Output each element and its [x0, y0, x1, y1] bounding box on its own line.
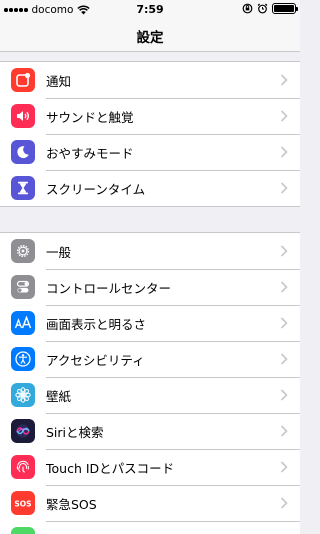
chevron-right-icon	[280, 146, 288, 158]
settings-row-label: Siriと検索	[46, 424, 104, 440]
notifications-icon	[11, 68, 35, 92]
chevron-right-icon	[280, 182, 288, 194]
settings-row-display-brightness[interactable]: 画面表示と明るさ	[0, 305, 300, 341]
settings-row-label: 一般	[46, 244, 72, 260]
siri-icon	[11, 419, 35, 443]
status-bar: docomo 7:59	[0, 0, 300, 20]
settings-row-label: アクセシビリティ	[46, 352, 145, 368]
settings-row-siri-search[interactable]: Siriと検索	[0, 413, 300, 449]
chevron-right-icon	[280, 74, 288, 86]
chevron-right-icon	[280, 389, 288, 401]
chevron-right-icon	[280, 245, 288, 257]
moon-icon	[11, 140, 35, 164]
settings-row-sounds[interactable]: サウンドと触覚	[0, 98, 300, 134]
settings-row-general[interactable]: 一般	[0, 233, 300, 269]
settings-row-label: 壁紙	[46, 388, 72, 404]
settings-group-2: 一般 コントロールセンター 画面表示と明るさ アクセシビリティ 壁紙 Siriと…	[0, 232, 300, 534]
settings-row-label: サウンドと触覚	[46, 109, 134, 125]
settings-row-emergency-sos[interactable]: SOS 緊急SOS	[0, 485, 300, 521]
settings-row-label: 画面表示と明るさ	[46, 316, 147, 332]
toggles-icon	[11, 275, 35, 299]
settings-row-screen-time[interactable]: スクリーンタイム	[0, 170, 300, 206]
chevron-right-icon	[280, 497, 288, 509]
settings-row-label: スクリーンタイム	[46, 181, 146, 197]
gear-icon	[11, 239, 35, 263]
chevron-right-icon	[280, 461, 288, 473]
sos-icon: SOS	[11, 491, 35, 515]
text-size-icon	[11, 311, 35, 335]
settings-row-next[interactable]	[0, 521, 300, 534]
settings-row-label: コントロールセンター	[46, 280, 172, 296]
settings-row-touch-id-passcode[interactable]: Touch IDとパスコード	[0, 449, 300, 485]
settings-row-label: 緊急SOS	[46, 496, 97, 512]
accessibility-icon	[11, 347, 35, 371]
settings-group-1: 通知 サウンドと触覚 おやすみモード スクリーンタイム	[0, 61, 300, 207]
settings-row-control-center[interactable]: コントロールセンター	[0, 269, 300, 305]
settings-row-label: 通知	[46, 73, 72, 89]
settings-row-accessibility[interactable]: アクセシビリティ	[0, 341, 300, 377]
partial-green-icon	[11, 527, 35, 534]
page-title: 設定	[136, 30, 164, 46]
settings-row-label: おやすみモード	[46, 145, 134, 161]
chevron-right-icon	[280, 110, 288, 122]
status-right	[242, 3, 298, 14]
navigation-bar: 設定	[0, 20, 300, 52]
chevron-right-icon	[280, 281, 288, 293]
chevron-right-icon	[280, 317, 288, 329]
speaker-icon	[11, 104, 35, 128]
svg-text:SOS: SOS	[14, 499, 31, 508]
settings-row-do-not-disturb[interactable]: おやすみモード	[0, 134, 300, 170]
orientation-lock-icon	[242, 3, 253, 14]
fingerprint-icon	[11, 455, 35, 479]
settings-row-label: Touch IDとパスコード	[46, 460, 175, 476]
chevron-right-icon	[280, 353, 288, 365]
settings-row-wallpaper[interactable]: 壁紙	[0, 377, 300, 413]
hourglass-icon	[11, 176, 35, 200]
alarm-icon	[257, 3, 268, 14]
battery-icon	[272, 3, 298, 14]
wallpaper-flower-icon	[11, 383, 35, 407]
chevron-right-icon	[280, 425, 288, 437]
settings-row-notifications[interactable]: 通知	[0, 62, 300, 98]
